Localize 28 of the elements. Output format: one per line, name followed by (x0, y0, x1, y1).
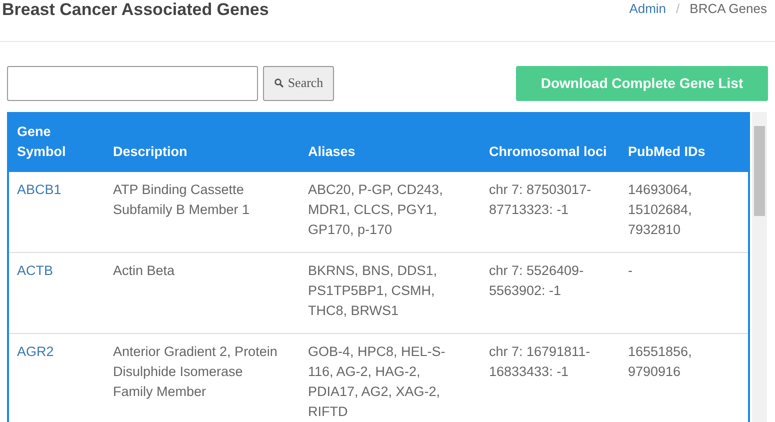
table-cell-text: Anterior Gradient 2, Protein Disulphide Isomerase Family Member (113, 343, 278, 401)
column-header: Gene Symbol (17, 123, 67, 161)
search-icon (274, 78, 284, 88)
table-cell-text: chr 7: 16791811-16833433: -1 (489, 343, 592, 381)
column-header: PubMed IDs (628, 143, 706, 161)
column-header: Aliases (308, 143, 356, 161)
search-button[interactable]: Search (263, 66, 334, 100)
table-cell-text: ATP Binding Cassette Subfamily B Member 1 (113, 181, 251, 219)
table-cell-text: BKRNS, BNS, DDS1, PS1TP5BP1, CSMH, THC8, BRWS1 (308, 262, 438, 320)
table-cell-text: chr 7: 87503017-87713323: -1 (489, 181, 592, 219)
column-header: Chromosomal loci (489, 143, 608, 161)
breadcrumb-link[interactable]: Admin (629, 0, 666, 18)
table-cell-text: GOB-4, HPC8, HEL-S-116, AG-2, HAG-2, PDIA17, AG2, XAG-2, RIFTD (308, 343, 446, 421)
scrollbar[interactable] (752, 112, 767, 422)
table-cell-text: 16551856, 9790916 (628, 343, 693, 381)
breadcrumb-separator: / (676, 0, 680, 18)
table-cell-text: Actin Beta (113, 262, 176, 280)
search-field[interactable] (7, 66, 258, 100)
gene-link[interactable]: AGR2 (17, 342, 113, 422)
column-header: Description (113, 143, 188, 161)
table-cell-text: chr 7: 5526409-5563902: -1 (489, 262, 585, 300)
page-title: Breast Cancer Associated Genes (2, 0, 269, 20)
table-cell-text: ABC20, P-GP, CD243, MDR1, CLCS, PGY1, GP170, p-170 (308, 181, 444, 239)
gene-link[interactable]: ACTB (17, 261, 113, 321)
table-cell-text: - (628, 262, 634, 280)
breadcrumb-current: BRCA Genes (690, 0, 767, 18)
table-cell-text: 14693064, 15102684, 7932810 (628, 181, 693, 239)
gene-link[interactable]: ABCB1 (17, 180, 113, 240)
